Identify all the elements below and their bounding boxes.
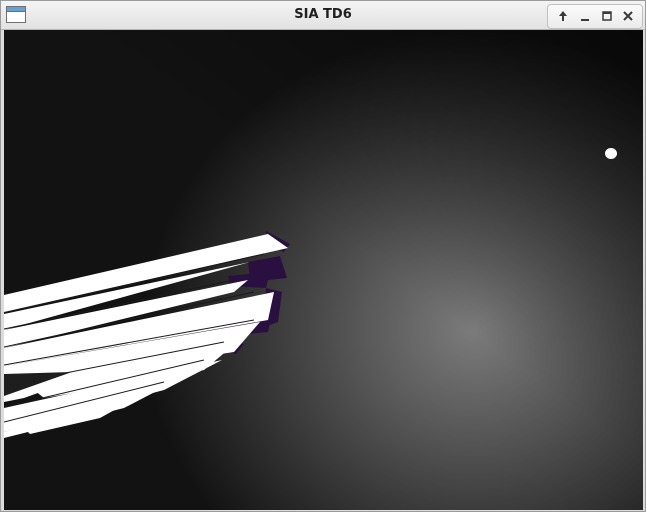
maximize-icon[interactable] <box>599 8 615 24</box>
app-window: SIA TD6 <box>0 0 646 512</box>
up-arrow-icon[interactable] <box>555 8 571 24</box>
close-icon[interactable] <box>620 8 636 24</box>
minimize-icon[interactable] <box>577 8 593 24</box>
light-source <box>605 148 617 159</box>
title-bar[interactable]: SIA TD6 <box>1 1 645 30</box>
mesh-streaks <box>4 234 288 438</box>
window-controls <box>547 4 643 29</box>
mesh-render <box>4 231 290 438</box>
render-viewport[interactable] <box>4 30 643 510</box>
